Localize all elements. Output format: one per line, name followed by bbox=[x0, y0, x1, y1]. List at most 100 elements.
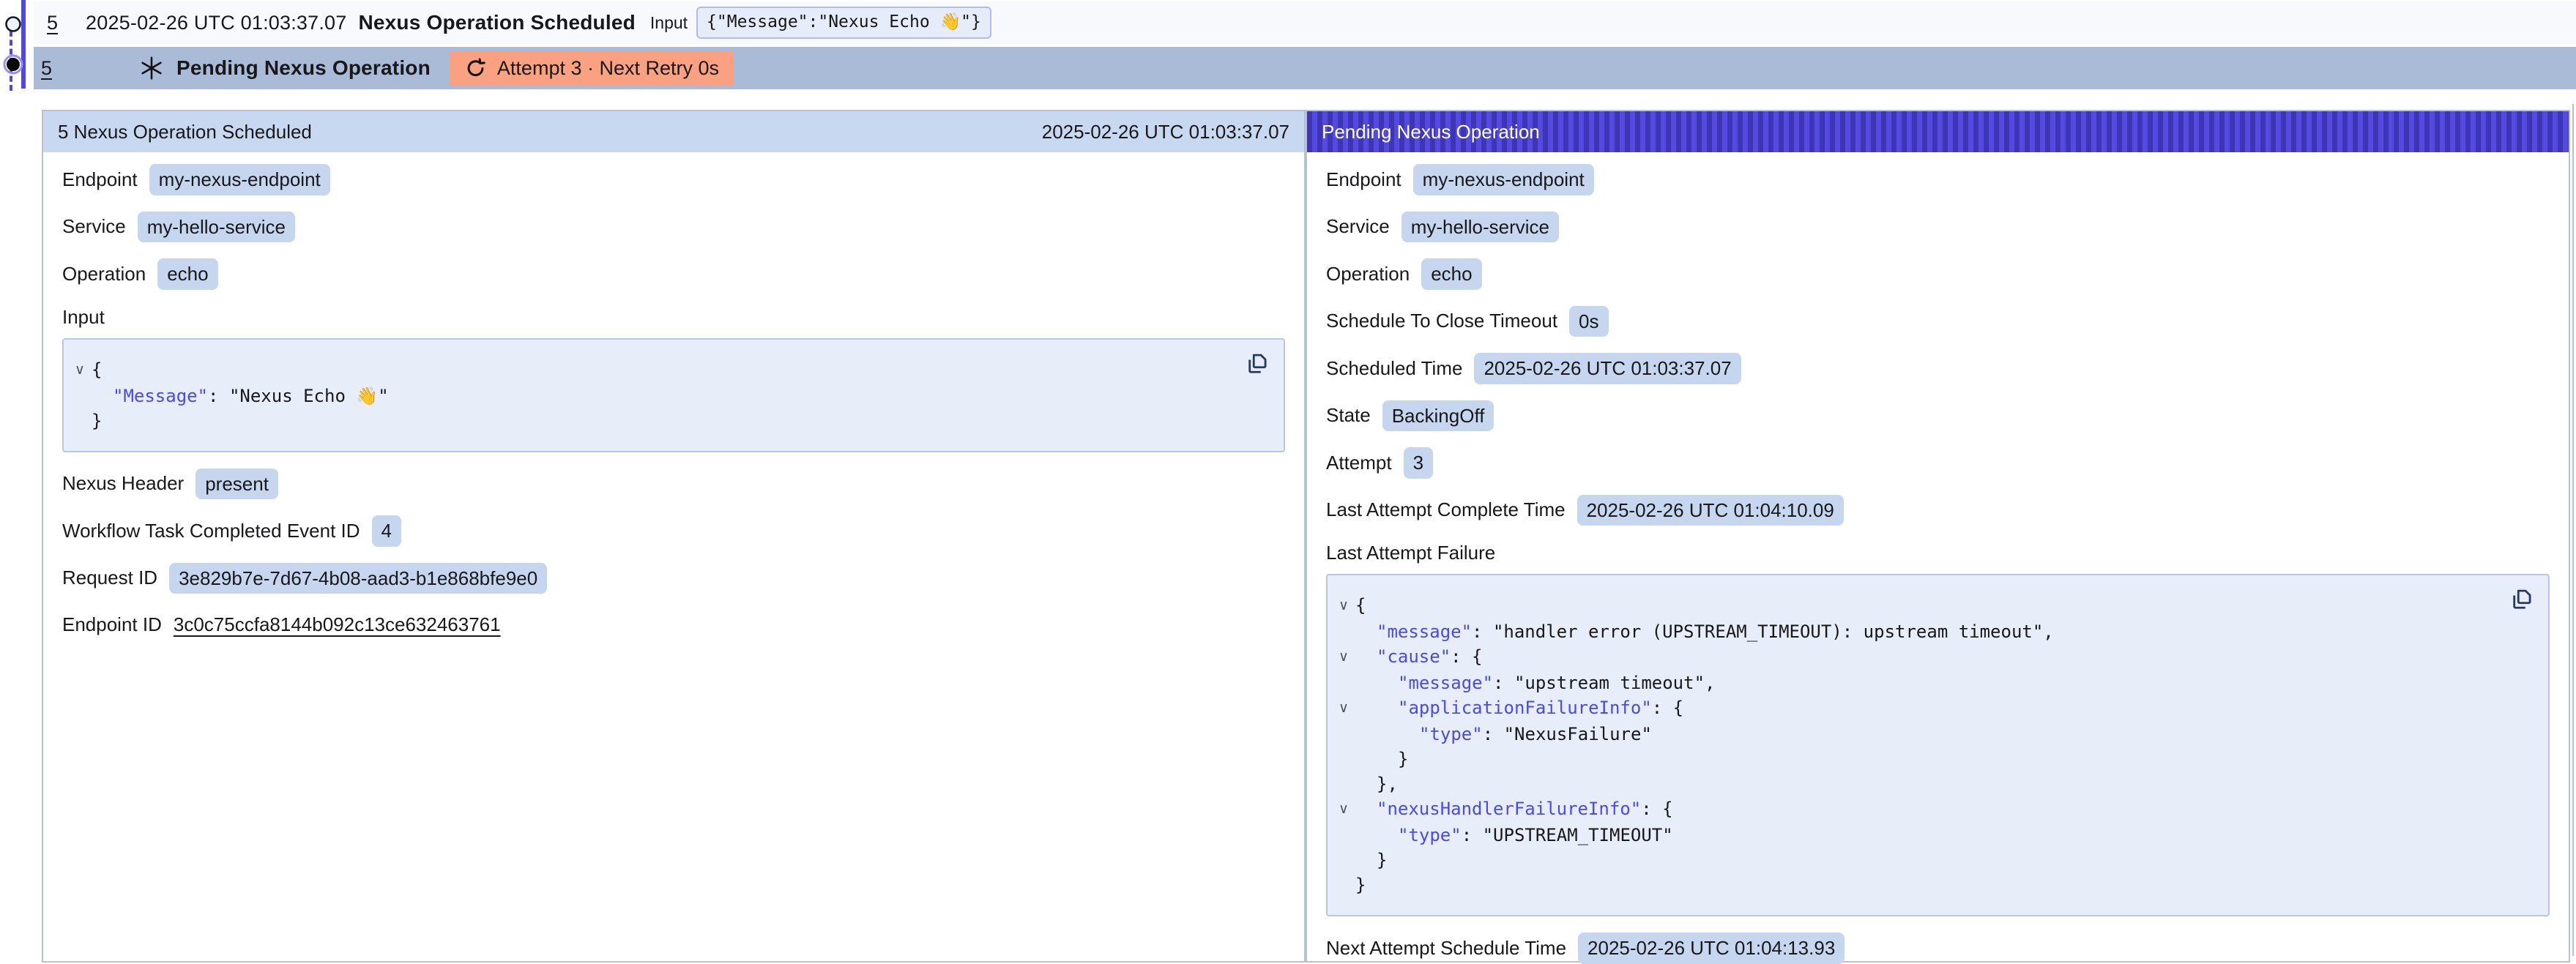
json-text: } bbox=[1355, 848, 1387, 873]
json-line: ∨{ bbox=[68, 357, 1240, 384]
field-row: Servicemy-hello-service bbox=[62, 212, 1285, 243]
field-value-badge: present bbox=[196, 468, 278, 500]
json-text: { bbox=[1355, 593, 1366, 619]
collapse-chevron-icon[interactable]: ∨ bbox=[1332, 695, 1355, 722]
field-row: Operation echo bbox=[1326, 258, 2550, 290]
input-json-block: ∨{"Message": "Nexus Echo 👋"} bbox=[62, 338, 1285, 452]
json-line: } bbox=[1332, 873, 2504, 897]
field-row: Last Attempt Complete Time 2025-02-26 UTC… bbox=[1326, 495, 2550, 526]
field-row: Endpoint ID 3c0c75ccfa8144b092c13ce632463… bbox=[62, 610, 1285, 639]
event-title: Nexus Operation Scheduled bbox=[358, 11, 635, 34]
field-row: Scheduled Time2025-02-26 UTC 01:03:37.07 bbox=[1326, 353, 2550, 384]
json-gutter bbox=[1332, 619, 1355, 644]
field-row: Endpointmy-nexus-endpoint bbox=[1326, 164, 2550, 195]
collapse-chevron-icon[interactable]: ∨ bbox=[1332, 644, 1355, 670]
field-label: Endpoint ID bbox=[62, 613, 162, 636]
json-line: } bbox=[1332, 848, 2504, 873]
pending-operation-header-title: Pending Nexus Operation bbox=[1322, 121, 1540, 143]
json-gutter bbox=[68, 384, 92, 408]
field-row: Nexus Header present bbox=[62, 468, 1285, 500]
field-label: Service bbox=[1326, 215, 1390, 238]
json-text: } bbox=[92, 408, 102, 433]
event-input-preview-chip: {"Message":"Nexus Echo 👋"} bbox=[696, 7, 991, 39]
json-gutter bbox=[1332, 873, 1355, 897]
event-id-link[interactable]: 5 bbox=[47, 12, 58, 34]
failure-section-label: Last Attempt Failure bbox=[1326, 542, 2550, 564]
field-value-badge: my-nexus-endpoint bbox=[1413, 164, 1594, 195]
field-label: State bbox=[1326, 404, 1371, 427]
copy-icon[interactable] bbox=[1243, 350, 1272, 379]
field-row: StateBackingOff bbox=[1326, 400, 2550, 432]
attempt-retry-label: Attempt 3 · Next Retry 0s bbox=[497, 57, 719, 80]
field-row: Workflow Task Completed Event ID 4 bbox=[62, 515, 1285, 547]
input-json-lines: ∨{"Message": "Nexus Echo 👋"} bbox=[68, 357, 1240, 433]
field-label: Last Attempt Complete Time bbox=[1326, 498, 1566, 521]
json-line: } bbox=[68, 408, 1240, 433]
field-value-badge: 4 bbox=[372, 515, 401, 547]
json-text: "applicationFailureInfo": { bbox=[1355, 695, 1683, 722]
collapse-chevron-icon[interactable]: ∨ bbox=[68, 357, 92, 384]
field-value-badge: 3e829b7e-7d67-4b08-aad3-b1e868bfe9e0 bbox=[169, 563, 547, 594]
event-timestamp: 2025-02-26 UTC 01:03:37.07 bbox=[86, 12, 346, 34]
field-label: Workflow Task Completed Event ID bbox=[62, 520, 360, 542]
pending-operation-footer-field: Next Attempt Schedule Time 2025-02-26 UTC… bbox=[1326, 933, 2550, 964]
event-id-link[interactable]: 5 bbox=[41, 57, 52, 80]
field-label: Scheduled Time bbox=[1326, 357, 1462, 380]
field-row: Schedule To Close Timeout 0s bbox=[1326, 306, 2550, 337]
json-gutter bbox=[1332, 747, 1355, 771]
event-circle-icon bbox=[4, 15, 23, 34]
field-label: Operation bbox=[1326, 263, 1410, 285]
json-line: ∨"cause": { bbox=[1332, 644, 2504, 670]
json-gutter bbox=[1332, 848, 1355, 873]
field-value-badge: my-nexus-endpoint bbox=[149, 164, 330, 195]
pending-operation-header: Pending Nexus Operation bbox=[1307, 111, 2569, 152]
event-row-pending-nexus-operation[interactable]: 5 Pending Nexus Operation Attempt 3 · Ne… bbox=[34, 47, 2576, 89]
field-label: Endpoint bbox=[62, 168, 138, 191]
json-text: { bbox=[92, 357, 102, 384]
field-value-badge: my-hello-service bbox=[1401, 212, 1559, 243]
json-line: "message": "upstream timeout", bbox=[1332, 670, 2504, 695]
field-value-badge: 2025-02-26 UTC 01:04:13.93 bbox=[1578, 933, 1844, 964]
json-gutter bbox=[1332, 771, 1355, 796]
field-label: Next Attempt Schedule Time bbox=[1326, 937, 1566, 960]
collapse-chevron-icon[interactable]: ∨ bbox=[1332, 796, 1355, 823]
field-value-link[interactable]: 3c0c75ccfa8144b092c13ce632463761 bbox=[174, 613, 501, 636]
field-value-badge: 3 bbox=[1404, 447, 1433, 479]
event-title: Pending Nexus Operation bbox=[176, 56, 431, 80]
field-value-badge: my-hello-service bbox=[138, 212, 295, 243]
json-gutter bbox=[68, 408, 92, 433]
field-value-badge: 2025-02-26 UTC 01:04:10.09 bbox=[1577, 495, 1844, 526]
event-detail-header-title: 5 Nexus Operation Scheduled bbox=[58, 121, 312, 143]
copy-icon[interactable] bbox=[2507, 586, 2536, 615]
field-value-badge: echo bbox=[1421, 258, 1481, 290]
json-line: ∨"nexusHandlerFailureInfo": { bbox=[1332, 796, 2504, 823]
json-line: "type": "NexusFailure" bbox=[1332, 722, 2504, 747]
field-label: Attempt bbox=[1326, 452, 1392, 474]
event-detail-header-time: 2025-02-26 UTC 01:03:37.07 bbox=[1042, 121, 1289, 143]
json-line: ∨{ bbox=[1332, 593, 2504, 619]
json-text: "cause": { bbox=[1355, 644, 1483, 670]
field-row: Attempt 3 bbox=[1326, 447, 2550, 479]
event-row-nexus-operation-scheduled[interactable]: 5 2025-02-26 UTC 01:03:37.07 Nexus Opera… bbox=[34, 1, 2576, 44]
json-text: "Message": "Nexus Echo 👋" bbox=[92, 384, 389, 408]
pending-operation-fields: Endpointmy-nexus-endpoint Service my-hello… bbox=[1326, 164, 2550, 526]
event-input-label: Input bbox=[650, 13, 688, 33]
field-row: Endpoint my-nexus-endpoint bbox=[62, 164, 1285, 195]
json-line: "type": "UPSTREAM_TIMEOUT" bbox=[1332, 823, 2504, 848]
field-label: Nexus Header bbox=[62, 472, 184, 495]
pending-operation-card: Pending Nexus Operation Endpointmy-nexus… bbox=[1306, 110, 2570, 963]
json-line: "message": "handler error (UPSTREAM_TIME… bbox=[1332, 619, 2504, 644]
field-row: Operationecho bbox=[62, 258, 1285, 290]
pending-operation-body: Endpointmy-nexus-endpoint Service my-hello… bbox=[1307, 152, 2569, 964]
json-line: ∨"applicationFailureInfo": { bbox=[1332, 695, 2504, 722]
collapse-chevron-icon[interactable]: ∨ bbox=[1332, 593, 1355, 619]
field-label: Schedule To Close Timeout bbox=[1326, 310, 1557, 332]
json-text: } bbox=[1355, 873, 1366, 897]
asterisk-icon bbox=[138, 55, 165, 81]
event-detail-fields-bottom: Nexus Header present Workflow Task Complet… bbox=[62, 468, 1285, 640]
json-text: "message": "upstream timeout", bbox=[1355, 670, 1715, 695]
json-text: "type": "NexusFailure" bbox=[1355, 722, 1652, 747]
event-detail-fields-top: Endpoint my-nexus-endpoint Servicemy-hello… bbox=[62, 164, 1285, 290]
field-value-badge: 0s bbox=[1569, 306, 1608, 337]
json-gutter bbox=[1332, 722, 1355, 747]
